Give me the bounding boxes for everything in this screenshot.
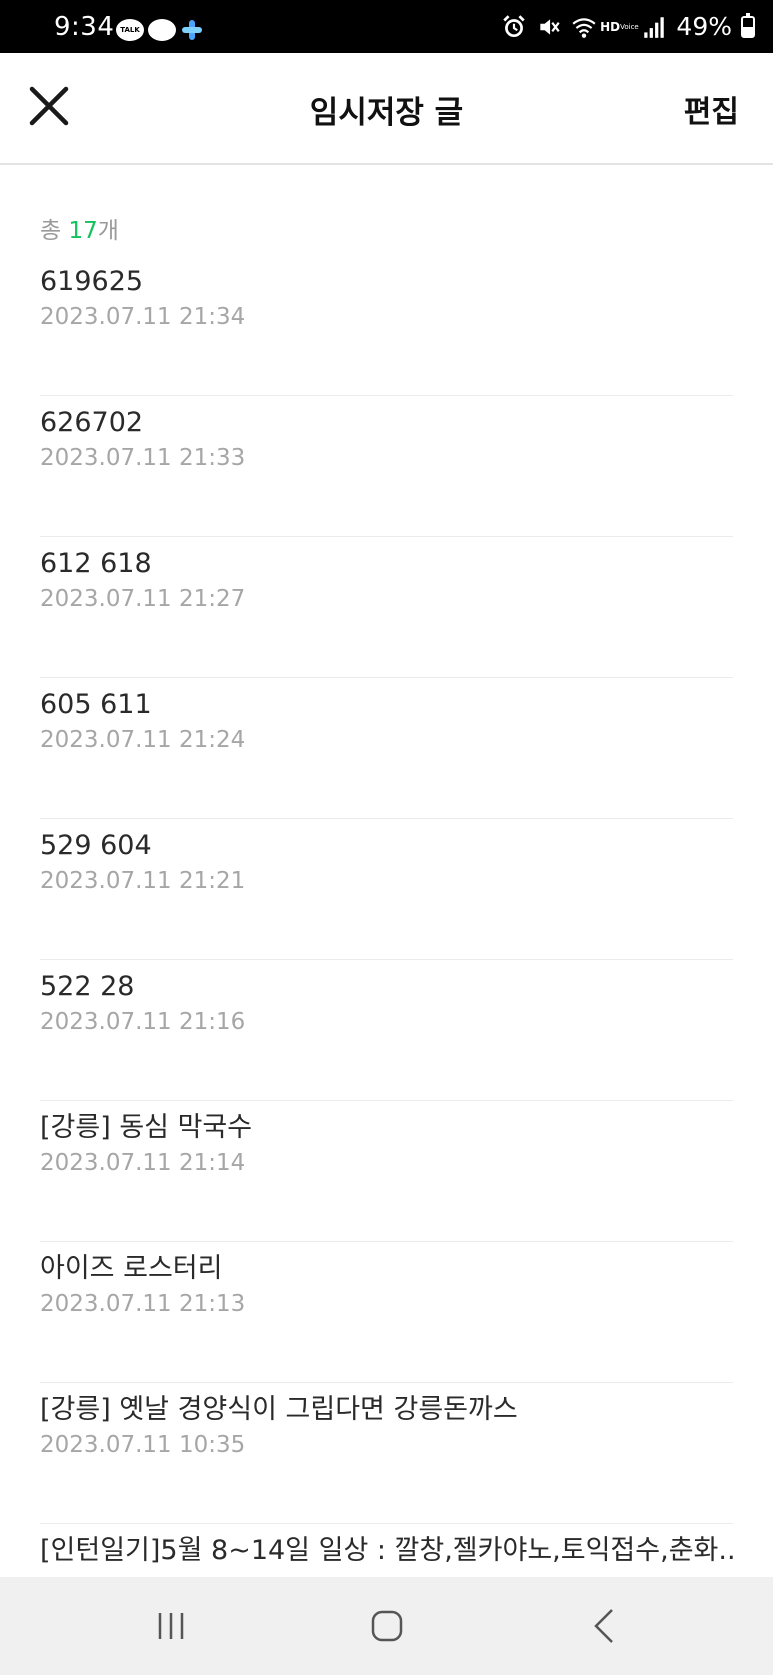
home-icon[interactable] [370, 1609, 404, 1643]
battery-icon [741, 12, 755, 38]
draft-title: 626702 [40, 407, 144, 438]
recent-apps-icon[interactable] [155, 1610, 187, 1642]
total-prefix: 총 [40, 218, 69, 244]
plus-app-icon [182, 20, 202, 40]
battery-percent: 49% [676, 12, 732, 41]
draft-item[interactable]: 522 28 2023.07.11 21:16 [40, 960, 733, 1101]
draft-item[interactable]: 626702 2023.07.11 21:33 [40, 396, 733, 537]
draft-date: 2023.07.11 21:16 [40, 1009, 246, 1035]
app-header: 임시저장 글 편집 [0, 53, 773, 165]
draft-item[interactable]: 아이즈 로스터리 2023.07.11 21:13 [40, 1242, 733, 1383]
draft-title: 605 611 [40, 689, 152, 720]
signal-icon [644, 16, 665, 38]
hd-voice-icon: HD Voice [600, 14, 639, 40]
draft-item[interactable]: 529 604 2023.07.11 21:21 [40, 819, 733, 960]
status-time: 9:34 [54, 12, 115, 42]
kakaotalk-icon: TALK [116, 19, 144, 41]
page-title: 임시저장 글 [309, 95, 464, 131]
draft-title: 619625 [40, 266, 144, 297]
system-status-icons: HD Voice 49% [501, 12, 755, 41]
navigation-bar [0, 1577, 773, 1675]
chat-bubble-icon [148, 19, 176, 41]
voice-label: Voice [620, 22, 639, 31]
draft-title: 아이즈 로스터리 [40, 1253, 223, 1284]
draft-list-container[interactable]: 총 17개 619625 2023.07.11 21:34 626702 202… [0, 167, 773, 1577]
draft-title: 522 28 [40, 971, 135, 1002]
back-icon[interactable] [590, 1607, 618, 1645]
draft-item[interactable]: [강릉] 동심 막국수 2023.07.11 21:14 [40, 1101, 733, 1242]
wifi-icon [572, 17, 596, 38]
draft-item[interactable]: [강릉] 옛날 경양식이 그립다면 강릉돈까스 2023.07.11 10:35 [40, 1383, 733, 1524]
draft-date: 2023.07.11 21:33 [40, 445, 246, 471]
total-suffix: 개 [97, 218, 119, 244]
draft-date: 2023.07.11 21:14 [40, 1150, 246, 1176]
draft-title: 612 618 [40, 548, 152, 579]
mute-icon [540, 18, 561, 35]
draft-date: 2023.07.11 21:13 [40, 1291, 246, 1317]
draft-date: 2023.07.11 21:21 [40, 868, 246, 894]
draft-item[interactable]: [인턴일기]5월 8~14일 일상 : 깔창,젤카야노,토익접수,춘화... [40, 1524, 733, 1577]
alarm-icon [503, 14, 526, 37]
draft-item[interactable]: 612 618 2023.07.11 21:27 [40, 537, 733, 678]
draft-date: 2023.07.11 21:24 [40, 727, 246, 753]
status-bar: 9:34 TALK HD Voice 49% [0, 0, 773, 53]
total-number: 17 [68, 218, 98, 244]
draft-item[interactable]: 619625 2023.07.11 21:34 [40, 255, 733, 396]
draft-title: [강릉] 동심 막국수 [40, 1112, 253, 1143]
edit-button[interactable]: 편집 [684, 87, 739, 131]
total-count: 총 17개 [40, 211, 119, 245]
hd-label: HD [600, 19, 621, 34]
notification-icons: TALK [116, 18, 204, 42]
draft-item[interactable]: 605 611 2023.07.11 21:24 [40, 678, 733, 819]
draft-title: 529 604 [40, 830, 152, 861]
draft-date: 2023.07.11 21:34 [40, 304, 246, 330]
draft-title: [인턴일기]5월 8~14일 일상 : 깔창,젤카야노,토익접수,춘화... [40, 1535, 733, 1566]
draft-list: 619625 2023.07.11 21:34 626702 2023.07.1… [40, 255, 733, 1577]
draft-date: 2023.07.11 10:35 [40, 1432, 246, 1458]
draft-date: 2023.07.11 21:27 [40, 586, 246, 612]
draft-title: [강릉] 옛날 경양식이 그립다면 강릉돈까스 [40, 1394, 518, 1425]
